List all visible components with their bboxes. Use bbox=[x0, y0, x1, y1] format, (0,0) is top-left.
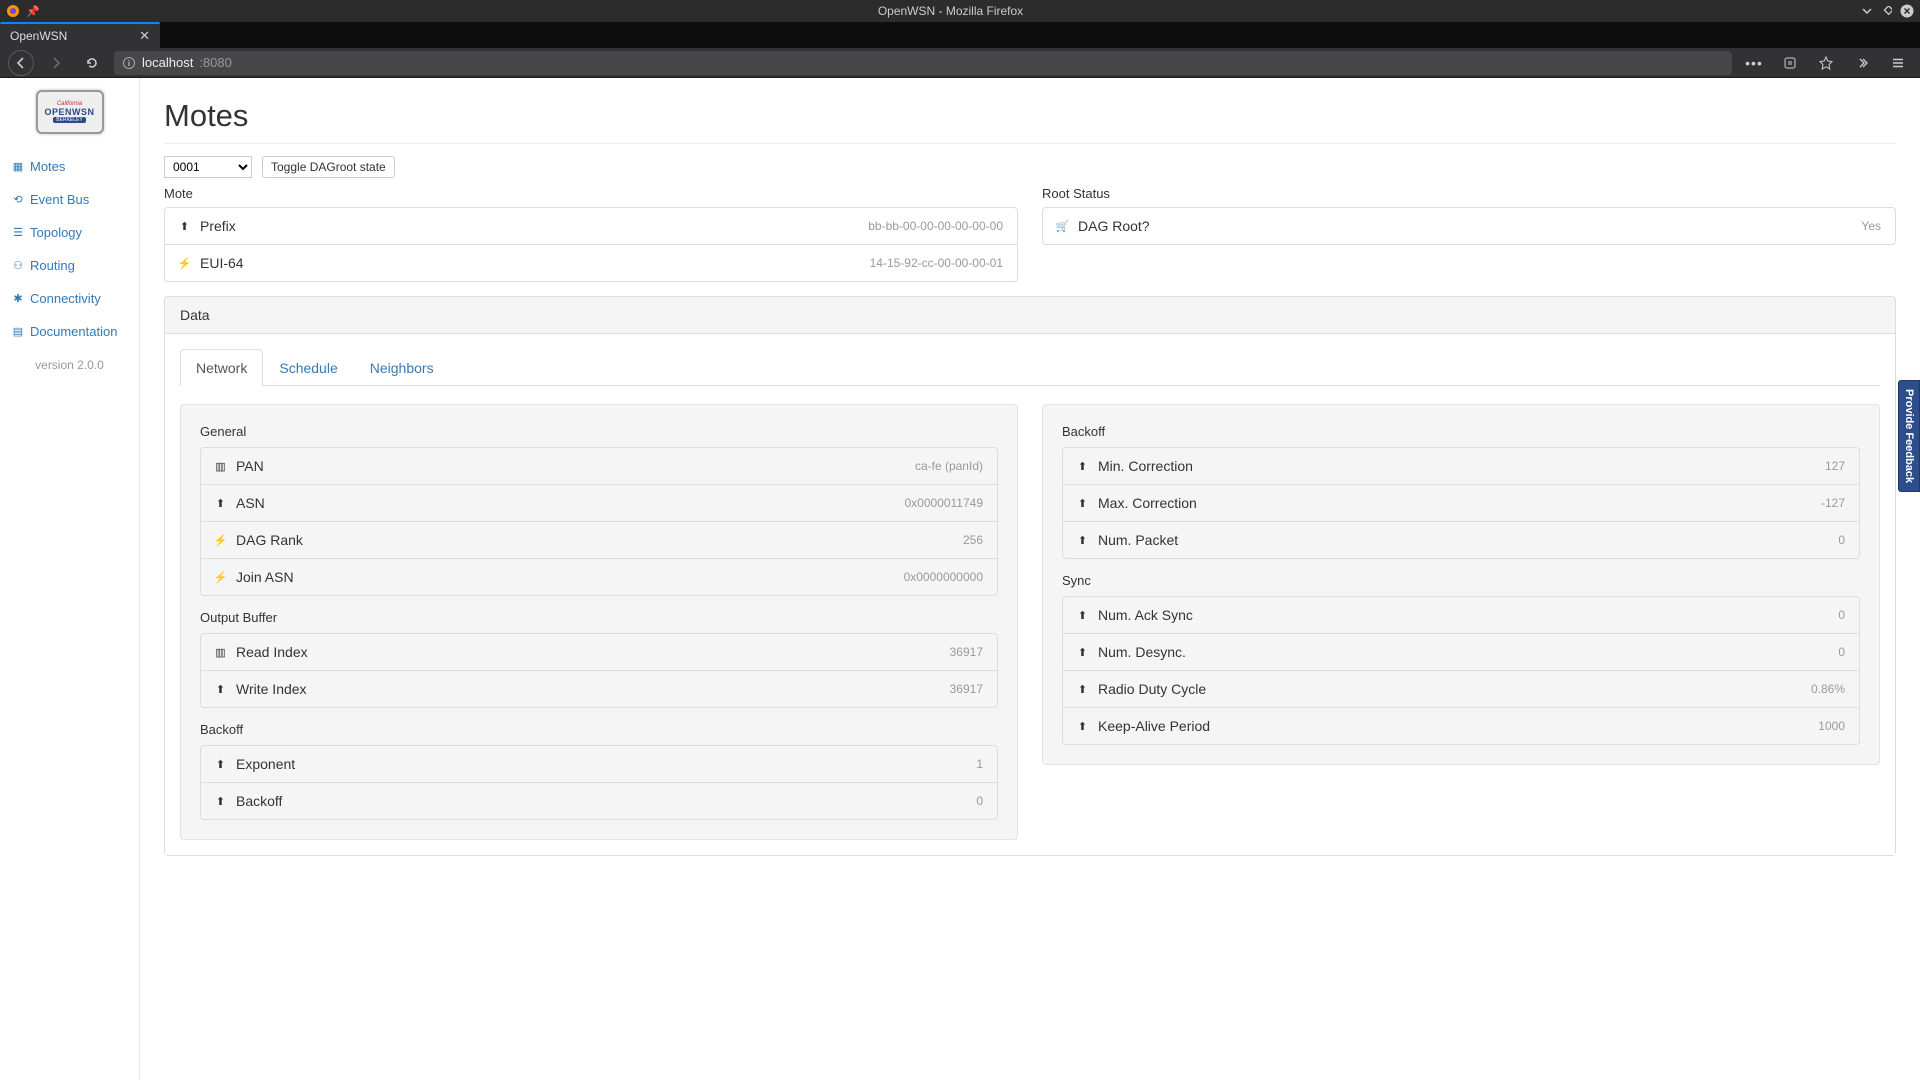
browser-urlbar: localhost :8080 ••• bbox=[0, 48, 1920, 78]
mote-select[interactable]: 0001 bbox=[164, 156, 252, 178]
sidebar-item-connectivity[interactable]: ✱Connectivity bbox=[0, 282, 139, 315]
data-tabs: Network Schedule Neighbors bbox=[180, 349, 1880, 386]
browser-tabbar: OpenWSN ✕ bbox=[0, 22, 1920, 48]
list-item: 🛒DAG Root? Yes bbox=[1043, 208, 1895, 244]
upload-icon: ⬆ bbox=[215, 683, 226, 696]
diamond-icon[interactable] bbox=[1881, 6, 1892, 17]
list-icon: ☰ bbox=[12, 226, 24, 239]
list-item: ⬆Prefix bb-bb-00-00-00-00-00-00 bbox=[165, 208, 1017, 245]
list-item: ⚡DAG Rank256 bbox=[201, 522, 997, 559]
upload-icon: ⬆ bbox=[1077, 534, 1088, 547]
firefox-app-icon bbox=[6, 4, 20, 18]
url-host: localhost bbox=[142, 55, 193, 70]
url-input[interactable]: localhost :8080 bbox=[114, 51, 1732, 75]
tab-schedule[interactable]: Schedule bbox=[263, 349, 353, 386]
backoff2-header: Backoff bbox=[1062, 424, 1860, 439]
right-inner-panel: Backoff ⬆Min. Correction127 ⬆Max. Correc… bbox=[1042, 404, 1880, 765]
list-item: ⬆Write Index36917 bbox=[201, 671, 997, 707]
chevron-down-icon[interactable] bbox=[1861, 5, 1873, 17]
root-list: 🛒DAG Root? Yes bbox=[1042, 207, 1896, 245]
list-item: ⬆Keep-Alive Period1000 bbox=[1063, 708, 1859, 744]
close-tab-icon[interactable]: ✕ bbox=[139, 28, 150, 44]
toggle-dagroot-button[interactable]: Toggle DAGroot state bbox=[262, 156, 395, 178]
menu-icon[interactable] bbox=[1884, 49, 1912, 77]
upload-icon: ⬆ bbox=[1077, 497, 1088, 510]
list-item: ⬆Exponent1 bbox=[201, 746, 997, 783]
book-icon: ▤ bbox=[12, 325, 24, 338]
asterisk-icon: ✱ bbox=[12, 292, 24, 305]
left-inner-panel: General ▥PANca-fe (panId) ⬆ASN0x00000117… bbox=[180, 404, 1018, 840]
bookmark-icon[interactable] bbox=[1812, 49, 1840, 77]
page-title: Motes bbox=[164, 98, 1896, 144]
upload-icon: ⬆ bbox=[1077, 609, 1088, 622]
bolt-icon: ⚡ bbox=[215, 571, 226, 584]
sidebar: California OPENWSN BERKELEY ▦Motes ⟲Even… bbox=[0, 78, 140, 1080]
sidebar-item-motes[interactable]: ▦Motes bbox=[0, 150, 139, 183]
upload-icon: ⬆ bbox=[1077, 646, 1088, 659]
tab-title: OpenWSN bbox=[10, 29, 67, 43]
upload-icon: ⬆ bbox=[215, 795, 226, 808]
reload-button[interactable] bbox=[78, 49, 106, 77]
data-panel-header: Data bbox=[165, 297, 1895, 333]
sitemap-icon: ⚇ bbox=[12, 259, 24, 272]
upload-icon: ⬆ bbox=[1077, 460, 1088, 473]
general-header: General bbox=[200, 424, 998, 439]
output-header: Output Buffer bbox=[200, 610, 998, 625]
list-item: ⬆Max. Correction-127 bbox=[1063, 485, 1859, 522]
refresh-icon: ⟲ bbox=[12, 193, 24, 206]
list-item: ⬆Min. Correction127 bbox=[1063, 448, 1859, 485]
sidebar-item-routing[interactable]: ⚇Routing bbox=[0, 249, 139, 282]
url-port: :8080 bbox=[199, 55, 232, 70]
reader-icon[interactable] bbox=[1776, 49, 1804, 77]
back-button[interactable] bbox=[8, 50, 34, 76]
close-window-icon[interactable] bbox=[1900, 4, 1914, 18]
forward-button bbox=[42, 49, 70, 77]
sidebar-item-topology[interactable]: ☰Topology bbox=[0, 216, 139, 249]
feedback-tab[interactable]: Provide Feedback bbox=[1898, 380, 1920, 492]
bolt-icon: ⚡ bbox=[215, 534, 226, 547]
upload-icon: ⬆ bbox=[1077, 683, 1088, 696]
data-panel: Data Network Schedule Neighbors General … bbox=[164, 296, 1896, 856]
sidebar-item-eventbus[interactable]: ⟲Event Bus bbox=[0, 183, 139, 216]
list-item: ⬆Num. Ack Sync0 bbox=[1063, 597, 1859, 634]
list-item: ▥PANca-fe (panId) bbox=[201, 448, 997, 485]
upload-icon: ⬆ bbox=[215, 758, 226, 771]
bolt-icon: ⚡ bbox=[179, 257, 190, 270]
pin-icon[interactable]: 📌 bbox=[26, 4, 40, 18]
os-titlebar: 📌 OpenWSN - Mozilla Firefox bbox=[0, 0, 1920, 22]
root-section-label: Root Status bbox=[1042, 186, 1896, 201]
tab-neighbors[interactable]: Neighbors bbox=[354, 349, 450, 386]
list-item: ⚡Join ASN0x0000000000 bbox=[201, 559, 997, 595]
grid-icon: ▦ bbox=[12, 160, 24, 173]
sidebar-item-documentation[interactable]: ▤Documentation bbox=[0, 315, 139, 348]
overflow-icon[interactable] bbox=[1848, 49, 1876, 77]
list-item: ⬆Num. Desync.0 bbox=[1063, 634, 1859, 671]
list-item: ⚡EUI-64 14-15-92-cc-00-00-00-01 bbox=[165, 245, 1017, 281]
list-item: ▥Read Index36917 bbox=[201, 634, 997, 671]
tab-network[interactable]: Network bbox=[180, 349, 263, 386]
upload-icon: ⬆ bbox=[179, 220, 190, 233]
list-item: ⬆Backoff0 bbox=[201, 783, 997, 819]
list-item: ⬆Num. Packet0 bbox=[1063, 522, 1859, 558]
list-item: ⬆Radio Duty Cycle0.86% bbox=[1063, 671, 1859, 708]
upload-icon: ⬆ bbox=[215, 497, 226, 510]
os-window-title: OpenWSN - Mozilla Firefox bbox=[40, 4, 1861, 18]
more-icon[interactable]: ••• bbox=[1740, 49, 1768, 77]
list-item: ⬆ASN0x0000011749 bbox=[201, 485, 997, 522]
info-icon[interactable] bbox=[122, 56, 136, 70]
cart-icon: 🛒 bbox=[1057, 220, 1068, 233]
logo[interactable]: California OPENWSN BERKELEY bbox=[36, 90, 104, 134]
sync-header: Sync bbox=[1062, 573, 1860, 588]
barcode-icon: ▥ bbox=[215, 460, 226, 473]
mote-section-label: Mote bbox=[164, 186, 1018, 201]
version-label: version 2.0.0 bbox=[0, 352, 139, 378]
mote-list: ⬆Prefix bb-bb-00-00-00-00-00-00 ⚡EUI-64 … bbox=[164, 207, 1018, 282]
barcode-icon: ▥ bbox=[215, 646, 226, 659]
backoff-header: Backoff bbox=[200, 722, 998, 737]
main-content: Motes 0001 Toggle DAGroot state Mote ⬆Pr… bbox=[140, 78, 1920, 1080]
browser-tab[interactable]: OpenWSN ✕ bbox=[0, 22, 160, 48]
upload-icon: ⬆ bbox=[1077, 720, 1088, 733]
